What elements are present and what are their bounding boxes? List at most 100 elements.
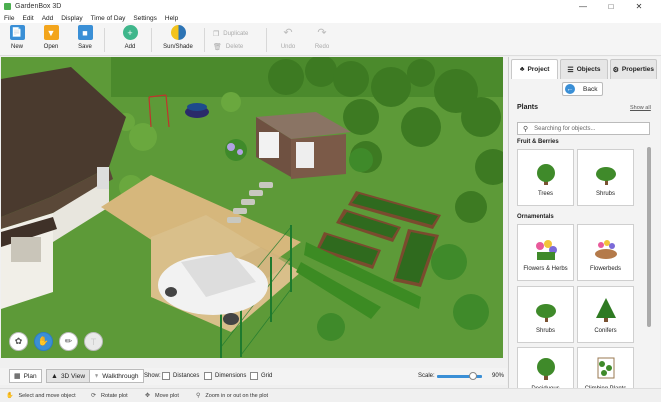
- category-fruit-berries: Fruit & Berries: [517, 139, 559, 145]
- dimensions-checkbox[interactable]: [204, 372, 212, 380]
- duplicate-label: Duplicate: [223, 31, 249, 37]
- zoom-icon: ⚲: [196, 393, 201, 399]
- item-flowers-herbs[interactable]: Flowers & Herbs: [517, 224, 574, 281]
- tree-3d-icon: ▲: [51, 372, 58, 380]
- plan-icon: ▦: [14, 373, 21, 380]
- new-icon: 📄: [9, 25, 25, 40]
- rotate-icon: ⟳: [91, 393, 97, 399]
- walkthrough-label: Walkthrough: [102, 372, 139, 380]
- save-icon: ■: [77, 25, 93, 40]
- 3d-viewport[interactable]: [1, 57, 503, 358]
- back-button[interactable]: ← Back: [562, 82, 603, 96]
- menu-time-of-day[interactable]: Time of Day: [91, 15, 126, 22]
- redo-button[interactable]: ↷ Redo: [302, 25, 342, 50]
- project-icon: ♣: [519, 66, 525, 73]
- toolbar-separator: [104, 28, 105, 52]
- new-label: New: [10, 44, 23, 50]
- delete-button[interactable]: 🗑 Delete: [213, 43, 243, 51]
- toolbar: 📄 New ▼ Open ■ Save + Add Sun/Shade ❐ Dup…: [0, 23, 661, 56]
- back-arrow-icon: ←: [565, 84, 575, 94]
- open-label: Open: [43, 44, 59, 50]
- tab-project[interactable]: ♣ Project: [511, 59, 559, 79]
- undo-icon: ↶: [283, 27, 293, 39]
- panel-scrollbar[interactable]: [647, 147, 651, 399]
- item-flowers-label: Flowers & Herbs: [523, 266, 568, 272]
- item-flowerbeds[interactable]: Flowerbeds: [577, 224, 634, 281]
- garden-scene: [1, 57, 503, 358]
- tab-objects[interactable]: ☰ Objects: [560, 59, 608, 79]
- menu-add[interactable]: Add: [42, 15, 54, 22]
- search-icon: ⚲: [523, 125, 529, 133]
- tab-objects-label: Objects: [576, 66, 601, 73]
- section-title: Plants: [517, 104, 539, 111]
- plan-button[interactable]: ▦ Plan: [9, 369, 42, 383]
- scale-label: Scale:: [418, 373, 435, 379]
- undo-label: Undo: [280, 44, 296, 50]
- delete-label: Delete: [225, 44, 244, 50]
- walkthrough-button[interactable]: ♆ Walkthrough: [89, 369, 144, 383]
- close-button[interactable]: ✕: [628, 0, 650, 13]
- add-button[interactable]: + Add: [110, 25, 150, 50]
- deciduous-tree-icon: [536, 358, 555, 380]
- duplicate-button[interactable]: ❐ Duplicate: [213, 30, 248, 38]
- item-shrubs-ornamental[interactable]: Shrubs: [517, 286, 574, 343]
- back-label: Back: [583, 85, 598, 93]
- grid-label: Grid: [261, 373, 273, 379]
- status-rotate: ⟳ Rotate plot: [91, 392, 128, 400]
- redo-label: Redo: [314, 44, 330, 50]
- plan-label: Plan: [23, 372, 37, 380]
- add-label: Add: [124, 44, 136, 50]
- trash-icon: 🗑: [213, 44, 222, 51]
- item-trees[interactable]: Trees: [517, 149, 574, 206]
- maximize-button[interactable]: □: [600, 0, 622, 13]
- grid-checkbox[interactable]: [250, 372, 258, 380]
- sun-shade-label: Sun/Shade: [163, 44, 193, 50]
- scale-slider-handle[interactable]: [469, 372, 477, 380]
- shrub-icon: [595, 167, 616, 185]
- distances-label: Distances: [173, 373, 200, 379]
- scrollbar-thumb[interactable]: [647, 147, 651, 327]
- status-move: ✥ Move plot: [145, 392, 179, 400]
- item-shrubs-label: Shrubs: [595, 191, 615, 197]
- status-zoom-label: Zoom in or out on the plot: [205, 392, 269, 399]
- hand-icon: ✋: [37, 336, 50, 346]
- save-button[interactable]: ■ Save: [65, 25, 105, 50]
- toolbar-separator: [151, 28, 152, 52]
- tree-icon: [536, 164, 555, 185]
- measure-button[interactable]: ✏: [59, 332, 78, 351]
- item-trees-label: Trees: [537, 191, 554, 197]
- distances-checkbox[interactable]: [162, 372, 170, 380]
- search-placeholder: Searching for objects...: [534, 125, 596, 132]
- show-all-link[interactable]: Show all: [630, 105, 651, 111]
- show-label: Show:: [144, 373, 161, 379]
- move-icon: ✥: [145, 393, 151, 399]
- menu-help[interactable]: Help: [165, 15, 178, 22]
- menu-settings[interactable]: Settings: [133, 15, 157, 22]
- menu-edit[interactable]: Edit: [22, 15, 33, 22]
- status-rotate-label: Rotate plot: [101, 392, 128, 399]
- status-move-label: Move plot: [155, 392, 179, 399]
- menu-bar: File Edit Add Display Time of Day Settin…: [0, 13, 661, 23]
- panel-tabs: ♣ Project ☰ Objects ⚙ Properties: [509, 57, 661, 79]
- flowerbed-icon: [594, 240, 617, 259]
- toolbar-separator: [266, 28, 267, 52]
- orbit-icon: ✿: [14, 336, 23, 346]
- sun-shade-button[interactable]: Sun/Shade: [158, 25, 198, 50]
- item-shrubs2-label: Shrubs: [535, 328, 555, 334]
- minimize-button[interactable]: —: [572, 0, 594, 13]
- pan-hand-button[interactable]: ✋: [34, 332, 53, 351]
- 3d-view-button[interactable]: ▲ 3D View: [46, 369, 91, 383]
- search-input[interactable]: ⚲ Searching for objects...: [517, 122, 650, 135]
- orbit-button[interactable]: ✿: [9, 332, 28, 351]
- item-conifers[interactable]: Conifers: [577, 286, 634, 343]
- item-shrubs[interactable]: Shrubs: [577, 149, 634, 206]
- status-select-label: Select and move object: [18, 392, 76, 399]
- menu-display[interactable]: Display: [61, 15, 82, 22]
- menu-file[interactable]: File: [4, 15, 14, 22]
- sun-shade-icon: [170, 25, 186, 40]
- window-title: GardenBox 3D: [15, 3, 62, 10]
- tab-properties[interactable]: ⚙ Properties: [609, 59, 657, 79]
- plus-icon: +: [122, 25, 138, 40]
- text-button[interactable]: T: [84, 332, 103, 351]
- walker-icon: ♆: [94, 372, 100, 380]
